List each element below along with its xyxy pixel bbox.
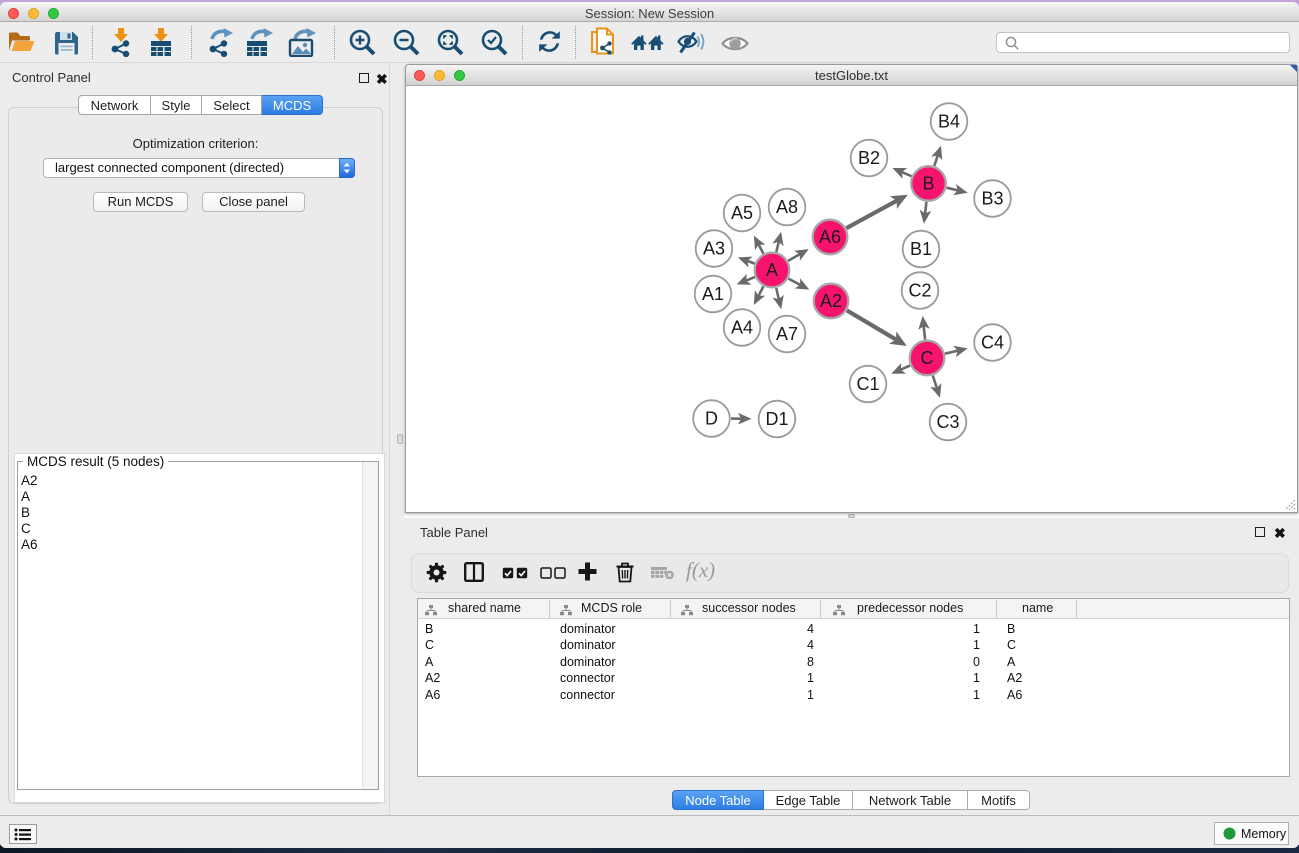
svg-text:A8: A8 — [776, 197, 798, 217]
svg-text:B1: B1 — [910, 239, 932, 259]
svg-text:D1: D1 — [765, 409, 788, 429]
svg-text:A2: A2 — [820, 291, 842, 311]
svg-text:B3: B3 — [981, 189, 1003, 209]
svg-text:C4: C4 — [981, 333, 1004, 353]
svg-text:A3: A3 — [703, 239, 725, 259]
svg-text:A5: A5 — [731, 203, 753, 223]
svg-text:C3: C3 — [936, 412, 959, 432]
svg-text:C1: C1 — [856, 374, 879, 394]
svg-text:C2: C2 — [908, 281, 931, 301]
svg-text:A6: A6 — [819, 227, 841, 247]
svg-text:A1: A1 — [702, 284, 724, 304]
svg-text:B4: B4 — [938, 112, 960, 132]
svg-text:A4: A4 — [731, 318, 753, 338]
svg-text:A: A — [766, 260, 778, 280]
svg-text:A7: A7 — [776, 324, 798, 344]
svg-text:C: C — [921, 348, 934, 368]
svg-text:D: D — [705, 409, 718, 429]
svg-text:B: B — [922, 174, 934, 194]
svg-text:B2: B2 — [858, 148, 880, 168]
